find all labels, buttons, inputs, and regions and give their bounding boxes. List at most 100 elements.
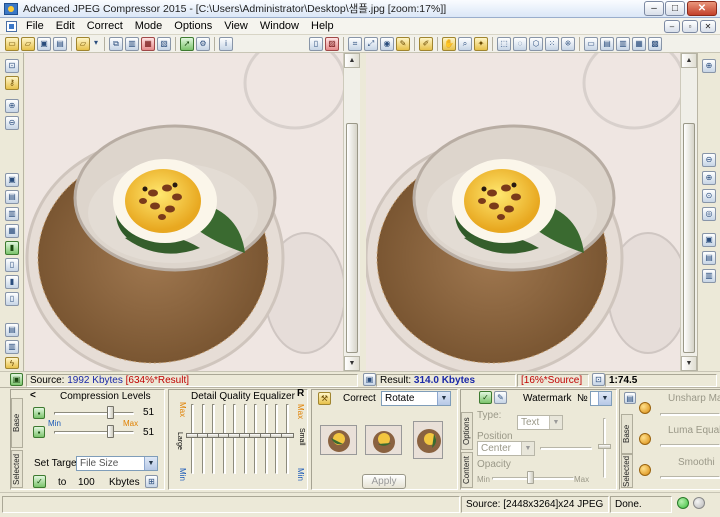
layout-horizontal-icon[interactable]: ▤ <box>600 36 614 51</box>
rotate-none-preview[interactable] <box>365 425 402 455</box>
result-image-pane[interactable] <box>366 53 680 371</box>
zoom-fit-icon[interactable]: ⊕ <box>702 59 716 73</box>
menu-mode[interactable]: Mode <box>129 20 169 32</box>
equalizer-slider-track[interactable] <box>254 404 257 474</box>
scroll-up-icon[interactable]: ▲ <box>344 53 360 68</box>
adjust-base-tab[interactable]: Base <box>621 414 633 454</box>
equalizer-slider-thumb[interactable] <box>280 433 294 439</box>
zoom-out-icon[interactable]: ⊖ <box>702 153 716 167</box>
menu-file[interactable]: File <box>20 20 50 32</box>
lightning-icon[interactable]: ϟ <box>5 357 19 369</box>
equalizer-slider-track[interactable] <box>212 404 215 474</box>
batch-folder-icon[interactable]: ▱ <box>76 36 90 51</box>
minimize-button[interactable]: – <box>644 1 664 16</box>
zoom-actual-icon[interactable]: ⊙ <box>702 189 716 203</box>
key-icon[interactable]: ⚷ <box>5 76 19 90</box>
fit-icon[interactable]: ⊡ <box>5 59 19 73</box>
histogram4-icon[interactable]: ▯ <box>5 292 19 306</box>
watermark-opacity-thumb[interactable] <box>527 471 534 484</box>
equalizer-slider-track[interactable] <box>243 404 247 474</box>
equalizer-slider-track[interactable] <box>201 404 205 474</box>
correct-mode-select[interactable]: Rotate ▼ <box>381 391 451 406</box>
watermark-type-select[interactable]: Text ▼ <box>517 415 563 430</box>
select-free-icon[interactable]: ⬡ <box>529 36 543 51</box>
histogram3-icon[interactable]: ▮ <box>5 275 19 289</box>
side-view-icon[interactable]: ▣ <box>5 173 19 187</box>
equalizer-reset-button[interactable]: R <box>297 388 304 399</box>
watermark-icon[interactable]: ✓ <box>479 391 492 404</box>
mdi-restore-button[interactable]: ▫ <box>682 19 698 33</box>
unsharp-slider[interactable] <box>660 413 720 416</box>
zoom-in-icon[interactable]: ⊕ <box>702 171 716 185</box>
side-view2-icon[interactable]: ▤ <box>5 190 19 204</box>
target-mode-select[interactable]: File Size ▼ <box>76 456 158 471</box>
crop-icon[interactable]: ⌗ <box>348 36 362 51</box>
zoom-reset-icon[interactable]: ◎ <box>702 207 716 221</box>
zoom-in-tool-icon[interactable]: ⊕ <box>5 99 19 113</box>
scroll-down-icon[interactable]: ▼ <box>344 356 360 371</box>
layout-grid-icon[interactable]: ▦ <box>632 36 646 51</box>
resize-icon[interactable]: ⤢ <box>364 36 378 51</box>
scroll-thumb[interactable] <box>346 123 358 353</box>
result-vertical-scrollbar[interactable]: ▲ ▼ <box>680 53 697 371</box>
source-vertical-scrollbar[interactable]: ▲ ▼ <box>343 53 360 371</box>
open-folder-icon[interactable]: ▱ <box>21 36 35 51</box>
pencil-icon[interactable]: ✎ <box>396 36 410 51</box>
compression-base-tab[interactable]: Base <box>11 398 23 448</box>
zoom-tool-icon[interactable]: ⌕ <box>458 36 472 51</box>
zoom-out-tool-icon[interactable]: ⊖ <box>5 116 19 130</box>
wrench-icon[interactable]: ⚒ <box>318 392 331 405</box>
apply-button[interactable]: Apply <box>362 474 406 489</box>
note-icon[interactable]: ✐ <box>419 36 433 51</box>
menu-help[interactable]: Help <box>305 20 340 32</box>
watermark-number-select[interactable]: ▼ <box>590 391 612 406</box>
layout-vertical-icon[interactable]: ▥ <box>616 36 630 51</box>
panel-icon[interactable]: ▤ <box>5 323 19 337</box>
compression-slider-2-track[interactable] <box>54 431 134 434</box>
watermark-options-tab[interactable]: Options <box>461 412 473 450</box>
target-apply-icon[interactable]: ✓ <box>33 475 46 488</box>
paste-icon[interactable]: ▥ <box>125 36 139 51</box>
target-value[interactable]: 100 <box>78 477 95 488</box>
pick-icon[interactable]: ✦ <box>474 36 488 51</box>
adjust-selected-tab[interactable]: Selected <box>621 454 633 488</box>
histogram2-icon[interactable]: ▯ <box>5 258 19 272</box>
select-rect-icon[interactable]: ⬚ <box>497 36 511 51</box>
watermark-vertical-thumb[interactable] <box>598 444 611 449</box>
watermark-edit-icon[interactable]: ✎ <box>494 391 507 404</box>
panel2-icon[interactable]: ▥ <box>5 340 19 354</box>
view-dual-icon[interactable]: ▯ <box>309 36 323 51</box>
mdi-doc-icon[interactable] <box>6 20 17 32</box>
select-ellipse-icon[interactable]: ◌ <box>513 36 527 51</box>
close-button[interactable]: ✕ <box>687 1 717 16</box>
help-icon[interactable]: i <box>219 36 233 51</box>
equalizer-slider-track[interactable] <box>285 404 289 474</box>
eye-icon[interactable]: ◉ <box>380 36 394 51</box>
target-calc-icon[interactable]: ⊞ <box>145 475 158 488</box>
watermark-position-slider[interactable] <box>540 447 592 450</box>
side-view4-icon[interactable]: ▦ <box>5 224 19 238</box>
mdi-close-button[interactable]: ✕ <box>700 19 716 33</box>
view-image-icon[interactable]: ▨ <box>325 36 339 51</box>
scroll-thumb[interactable] <box>683 123 695 353</box>
compression-selected-tab[interactable]: Selected <box>11 450 23 488</box>
watermark-position-select[interactable]: Center ▼ <box>477 441 535 456</box>
menu-options[interactable]: Options <box>168 20 218 32</box>
rotate-left-preview[interactable] <box>320 425 357 455</box>
menu-view[interactable]: View <box>218 20 254 32</box>
rotate-right-preview[interactable] <box>413 421 443 459</box>
layout-full-icon[interactable]: ▩ <box>648 36 662 51</box>
histogram-icon[interactable]: ▮ <box>5 241 19 255</box>
side-view3-icon[interactable]: ▥ <box>5 207 19 221</box>
new-icon[interactable]: ▭ <box>5 36 19 51</box>
compression-slider-1-thumb[interactable] <box>106 406 114 419</box>
equalizer-slider-track[interactable] <box>264 404 268 474</box>
compression-slider-1-track[interactable] <box>54 412 134 415</box>
print-icon[interactable]: ▦ <box>141 36 155 51</box>
layout-single-icon[interactable]: ▭ <box>584 36 598 51</box>
equalizer-slider-track[interactable] <box>222 404 226 474</box>
unsharp-toggle-icon[interactable] <box>639 402 651 414</box>
scan-icon[interactable]: ▧ <box>157 36 171 51</box>
maximize-button[interactable]: □ <box>665 1 685 16</box>
copy-icon[interactable]: ⧉ <box>109 36 123 51</box>
